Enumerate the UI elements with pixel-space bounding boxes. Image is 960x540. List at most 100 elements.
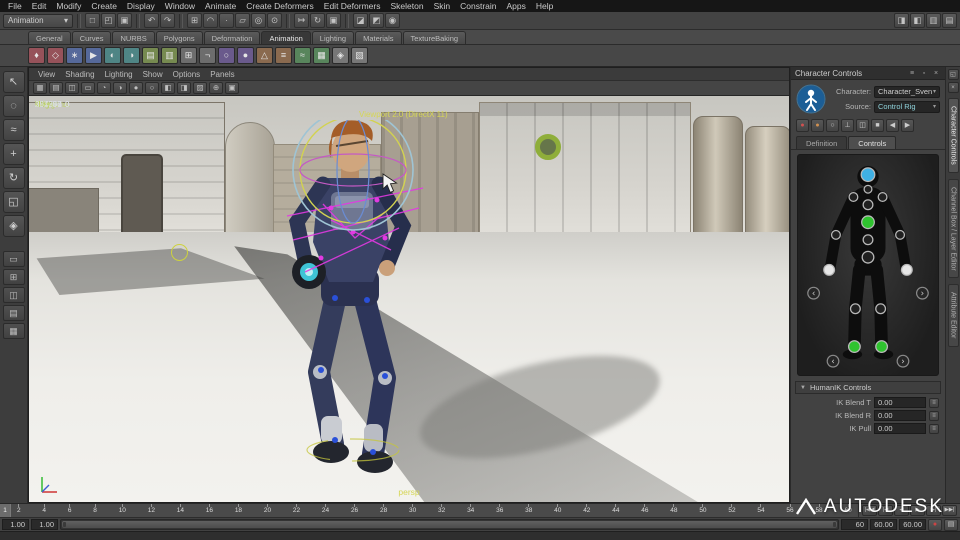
range-slider[interactable] <box>60 519 839 530</box>
shelf-motion-path-icon[interactable]: ∗ <box>66 47 83 64</box>
menu-item[interactable]: Skin <box>429 0 456 12</box>
slider-handle-icon[interactable]: ≡ <box>929 410 939 421</box>
menu-item[interactable]: Create <box>86 0 122 12</box>
make-live-icon[interactable]: ◎ <box>251 13 266 28</box>
menu-item[interactable]: Window <box>160 0 200 12</box>
shelf-tab[interactable]: General <box>28 31 71 44</box>
selection-mode-icon[interactable]: ○ <box>826 119 839 132</box>
frame-tick[interactable]: 42 <box>583 504 590 517</box>
animation-start-field[interactable]: 1.00 <box>2 519 29 530</box>
prev-key-icon[interactable]: ◀ <box>886 119 899 132</box>
shelf-tab[interactable]: Polygons <box>155 31 203 44</box>
last-tool-button[interactable]: ◈ <box>2 215 25 237</box>
frame-tick[interactable]: 40 <box>554 504 561 517</box>
viewport-menu-item[interactable]: Panels <box>205 68 239 81</box>
viewport-menu-item[interactable]: Show <box>138 68 168 81</box>
source-dropdown[interactable]: Control Rig ▾ <box>874 100 940 113</box>
shelf-playblast-icon[interactable]: ▶ <box>85 47 102 64</box>
select-tool-button[interactable]: ↖ <box>2 71 25 93</box>
frame-tick[interactable]: 8 <box>93 504 97 517</box>
frame-tick[interactable]: 52 <box>728 504 736 517</box>
image-plane-icon[interactable]: ◔ <box>97 82 111 94</box>
snap-to-grid-icon[interactable]: ⊞ <box>187 13 202 28</box>
command-line-strip[interactable] <box>0 531 960 540</box>
lock-camera-icon[interactable]: ▤ <box>49 82 63 94</box>
menu-item[interactable]: Display <box>122 0 160 12</box>
mirror-pose-icon[interactable]: ◫ <box>856 119 869 132</box>
shelf-ik-handle-icon[interactable]: ¬ <box>199 47 216 64</box>
shelf-tab[interactable]: Lighting <box>311 31 355 44</box>
shelf-tab[interactable]: Animation <box>261 31 311 44</box>
move-tool-button[interactable]: + <box>2 143 25 165</box>
menu-item[interactable]: Constrain <box>455 0 501 12</box>
menu-item[interactable]: Help <box>531 0 558 12</box>
shelf-bind-skin-icon[interactable]: ● <box>237 47 254 64</box>
auto-key-button[interactable]: ● <box>928 518 942 531</box>
frame-tick[interactable]: 2 <box>17 504 21 517</box>
shelf-constraint-icon[interactable]: △ <box>256 47 273 64</box>
close-panel-icon[interactable]: × <box>931 68 941 78</box>
humanik-controls-section[interactable]: ▼ HumanIK Controls <box>795 381 941 394</box>
frame-tick[interactable]: 44 <box>612 504 619 517</box>
lighting-icon[interactable]: ◨ <box>177 82 191 94</box>
frame-tick[interactable]: 16 <box>206 504 213 517</box>
menu-item[interactable]: Modify <box>51 0 86 12</box>
layout-two-pane-stacked-button[interactable]: ▤ <box>2 305 25 321</box>
frame-tick[interactable]: 50 <box>699 504 707 517</box>
undo-icon[interactable]: ↶ <box>144 13 159 28</box>
body-part-mode-icon[interactable]: ● <box>811 119 824 132</box>
two-panes-icon[interactable]: ◑ <box>113 82 127 94</box>
shelf-set-key-icon[interactable]: ♦ <box>28 47 45 64</box>
slider-handle-icon[interactable]: ≡ <box>929 423 939 434</box>
viewport-menu-item[interactable]: Options <box>168 68 206 81</box>
layout-two-pane-side-button[interactable]: ◫ <box>2 287 25 303</box>
layout-outliner-persp-button[interactable]: ▦ <box>2 323 25 339</box>
frame-tick[interactable]: 54 <box>757 504 765 517</box>
menu-item[interactable]: Edit <box>27 0 52 12</box>
shelf-expression-icon[interactable]: ≡ <box>275 47 292 64</box>
shaded-icon[interactable]: ● <box>129 82 143 94</box>
frame-tick[interactable]: 46 <box>641 504 648 517</box>
tool-settings-toggle-icon[interactable]: ◧ <box>910 13 925 28</box>
output-connections-icon[interactable]: ▣ <box>326 13 341 28</box>
shelf-trax-editor-icon[interactable]: ▥ <box>161 47 178 64</box>
menu-item[interactable]: Animate <box>200 0 241 12</box>
sidebar-toggle-icon[interactable]: ▤ <box>942 13 957 28</box>
shelf-joint-tool-icon[interactable]: ○ <box>218 47 235 64</box>
shadows-icon[interactable]: ▨ <box>193 82 207 94</box>
frame-tick[interactable]: 48 <box>670 504 678 517</box>
ik-field-value[interactable]: 0.00 <box>874 397 926 408</box>
frame-tick[interactable]: 12 <box>148 504 155 517</box>
stance-pose-icon[interactable]: ⊥ <box>841 119 854 132</box>
shelf-create-clip-icon[interactable]: ▤ <box>142 47 159 64</box>
rotate-tool-button[interactable]: ↻ <box>2 167 25 189</box>
shelf-tab[interactable]: Materials <box>355 31 402 44</box>
ik-field-value[interactable]: 0.00 <box>874 410 926 421</box>
shelf-tab[interactable]: Deformation <box>203 31 261 44</box>
scale-tool-button[interactable]: ◱ <box>2 191 25 213</box>
layout-four-pane-button[interactable]: ⊞ <box>2 269 25 285</box>
full-body-mode-icon[interactable]: ● <box>796 119 809 132</box>
sidebar-tab[interactable]: Attribute Editor <box>947 284 959 347</box>
render-current-frame-icon[interactable]: ◪ <box>353 13 368 28</box>
panel-dock-icon[interactable]: ◱ <box>947 69 959 80</box>
character-tab[interactable]: Definition <box>796 136 848 149</box>
shelf-tab[interactable]: NURBS <box>112 31 155 44</box>
frame-tick[interactable]: 30 <box>409 504 416 517</box>
panel-close-icon[interactable]: × <box>947 82 959 93</box>
shelf-character-set-icon[interactable]: ◈ <box>332 47 349 64</box>
viewport-menu-item[interactable]: Lighting <box>100 68 138 81</box>
animation-end-field[interactable]: 60.00 <box>870 519 897 530</box>
shelf-anim-layer-icon[interactable]: ▧ <box>351 47 368 64</box>
go-to-end-button[interactable]: ▶▶| <box>942 505 957 516</box>
character-dropdown[interactable]: Character_Sven ▾ <box>874 85 940 98</box>
input-connections-icon[interactable]: ↦ <box>294 13 309 28</box>
bookmark-icon[interactable]: ▭ <box>81 82 95 94</box>
playback-start-field[interactable]: 1.00 <box>31 519 58 530</box>
viewport-scene[interactable]: Verts: 207739 0 Edges: 412857 0 Polygons… <box>29 96 789 502</box>
next-key-icon[interactable]: ▶ <box>901 119 914 132</box>
menu-item[interactable]: Apps <box>502 0 531 12</box>
shelf-unghost-icon[interactable]: ◑ <box>123 47 140 64</box>
character-tab[interactable]: Controls <box>848 136 897 149</box>
character-body-map[interactable]: ‹ › ‹ › <box>800 160 936 370</box>
